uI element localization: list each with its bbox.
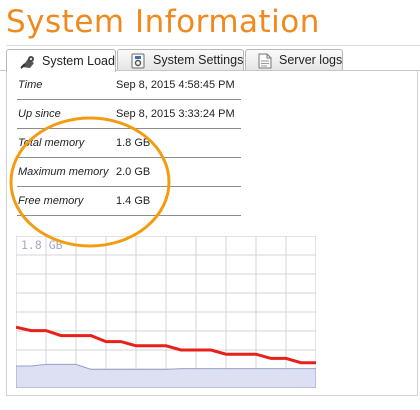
table-row: Total memory 1.8 GB [17,128,241,158]
tab-server-logs-label: Server logs [279,53,343,67]
settings-icon [130,53,146,69]
info-value-time: Sep 8, 2015 4:58:45 PM [116,71,241,100]
chart-y-max-label: 1.8 GB [21,238,63,252]
info-key-time: Time [17,71,116,100]
info-key-maximum-memory: Maximum memory [17,157,116,187]
page-title: System Information [6,4,320,40]
info-key-up-since: Up since [17,99,116,129]
info-value-maximum-memory: 2.0 GB [116,157,241,187]
tab-system-load-label: System Load [42,54,115,68]
info-key-total-memory: Total memory [17,128,116,158]
info-key-free-memory: Free memory [17,186,116,216]
info-value-total-memory: 1.8 GB [116,128,241,158]
info-value-free-memory: 1.4 GB [116,186,241,216]
table-row: Up since Sep 8, 2015 3:33:24 PM [17,99,241,129]
system-info-table: Time Sep 8, 2015 4:58:45 PM Up since Sep… [17,71,241,216]
document-icon [258,53,272,69]
tab-server-logs[interactable]: Server logs [245,49,343,70]
tab-system-load[interactable]: System Load [6,49,116,72]
info-value-up-since: Sep 8, 2015 3:33:24 PM [116,99,241,129]
tab-system-settings[interactable]: System Settings [117,49,244,70]
table-row: Free memory 1.4 GB [17,186,241,216]
gear-load-icon [19,54,35,69]
tab-system-settings-label: System Settings [153,53,244,67]
table-row: Time Sep 8, 2015 4:58:45 PM [17,71,241,100]
memory-chart: 1.8 GB [16,236,316,388]
title-divider [6,45,420,46]
system-load-panel: Time Sep 8, 2015 4:58:45 PM Up since Sep… [6,71,418,396]
tab-bar: System Load System Settings Server logs [6,49,420,72]
table-row: Maximum memory 2.0 GB [17,157,241,187]
